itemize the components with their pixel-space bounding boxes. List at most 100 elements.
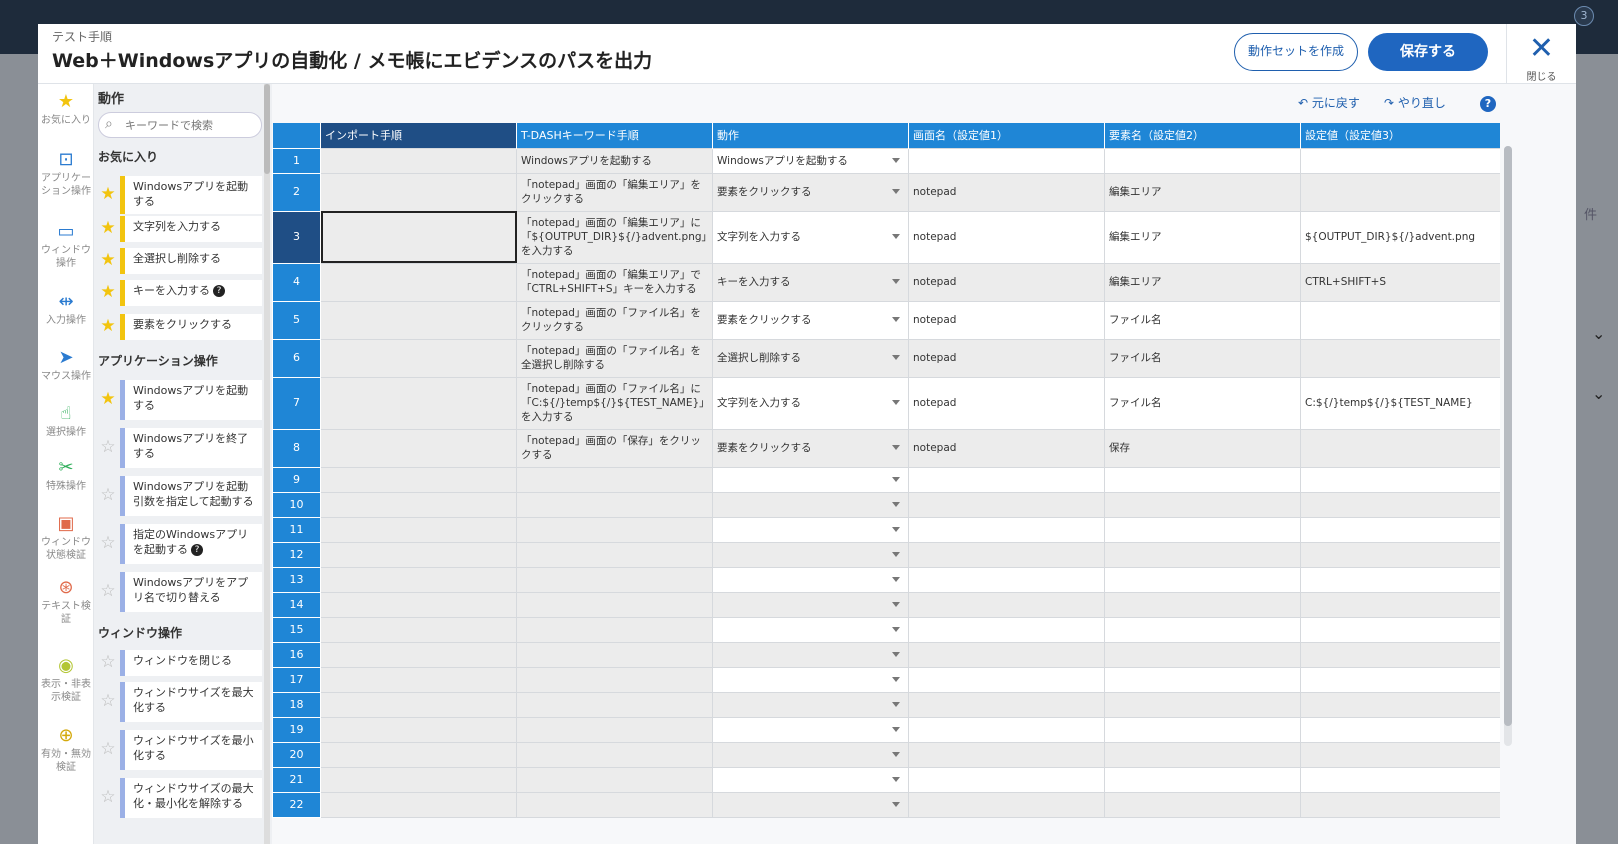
keyword-cell[interactable]: 「notepad」画面の「編集エリア」をクリックする xyxy=(516,172,713,212)
element-cell[interactable] xyxy=(1104,641,1301,668)
action-card[interactable]: Windowsアプリをアプリ名で切り替える xyxy=(120,572,262,612)
element-cell[interactable] xyxy=(1104,691,1301,718)
table-row[interactable]: 17 xyxy=(272,666,1500,693)
table-row[interactable]: 22 xyxy=(272,791,1500,818)
action-select[interactable]: 要素をクリックする xyxy=(712,172,909,212)
action-card[interactable]: 要素をクリックする xyxy=(120,314,262,340)
element-cell[interactable] xyxy=(1104,741,1301,768)
value-cell[interactable] xyxy=(1300,741,1500,768)
action-item[interactable]: ★ 全選択し削除する xyxy=(98,248,262,274)
row-number[interactable]: 21 xyxy=(272,766,321,793)
element-cell[interactable] xyxy=(1104,491,1301,518)
import-cell[interactable] xyxy=(320,591,517,618)
action-item[interactable]: ★ 要素をクリックする xyxy=(98,314,262,340)
screen-cell[interactable] xyxy=(908,716,1105,743)
element-cell[interactable]: 編集エリア xyxy=(1104,262,1301,302)
action-select[interactable]: 要素をクリックする xyxy=(712,428,909,468)
table-row[interactable]: 19 xyxy=(272,716,1500,743)
row-number[interactable]: 3 xyxy=(272,210,321,264)
value-cell[interactable] xyxy=(1300,541,1500,568)
screen-cell[interactable]: notepad xyxy=(908,210,1105,264)
value-cell[interactable] xyxy=(1300,716,1500,743)
action-item[interactable]: ☆ 指定のWindowsアプリを起動する? xyxy=(98,524,262,564)
row-number[interactable]: 19 xyxy=(272,716,321,743)
redo-button[interactable]: ↷ やり直し xyxy=(1384,94,1446,111)
element-cell[interactable]: ファイル名 xyxy=(1104,300,1301,340)
keyword-cell[interactable] xyxy=(516,666,713,693)
action-select[interactable]: キーを入力する xyxy=(712,262,909,302)
keyword-cell[interactable] xyxy=(516,516,713,543)
star-outline-icon[interactable]: ☆ xyxy=(98,739,118,759)
category-5[interactable]: ➤ マウス操作 xyxy=(38,346,93,383)
help-icon[interactable]: ? xyxy=(1480,96,1496,112)
screen-cell[interactable] xyxy=(908,147,1105,174)
keyword-cell[interactable] xyxy=(516,566,713,593)
action-select[interactable]: 文字列を入力する xyxy=(712,376,909,430)
import-cell[interactable] xyxy=(320,616,517,643)
star-filled-icon[interactable]: ★ xyxy=(98,389,118,409)
action-card[interactable]: ウィンドウを閉じる xyxy=(120,650,262,676)
star-filled-icon[interactable]: ★ xyxy=(98,282,118,302)
category-9[interactable]: ⊛ テキスト検証 xyxy=(38,576,93,626)
row-number[interactable]: 18 xyxy=(272,691,321,718)
action-card[interactable]: Windowsアプリを起動する xyxy=(120,176,262,214)
element-cell[interactable] xyxy=(1104,147,1301,174)
import-cell[interactable] xyxy=(320,541,517,568)
element-cell[interactable] xyxy=(1104,716,1301,743)
table-row[interactable]: 20 xyxy=(272,741,1500,768)
star-outline-icon[interactable]: ☆ xyxy=(98,787,118,807)
row-number[interactable]: 8 xyxy=(272,428,321,468)
element-cell[interactable] xyxy=(1104,591,1301,618)
element-cell[interactable] xyxy=(1104,666,1301,693)
action-select[interactable] xyxy=(712,641,909,668)
help-icon[interactable]: ? xyxy=(191,544,203,556)
row-number[interactable]: 10 xyxy=(272,491,321,518)
action-select[interactable]: Windowsアプリを起動する xyxy=(712,147,909,174)
element-cell[interactable] xyxy=(1104,516,1301,543)
column-header-value[interactable]: 設定値（設定値3） xyxy=(1300,123,1500,148)
row-number[interactable]: 15 xyxy=(272,616,321,643)
action-select[interactable] xyxy=(712,766,909,793)
element-cell[interactable] xyxy=(1104,616,1301,643)
close-button[interactable]: ✕ 閉じる xyxy=(1506,24,1576,84)
table-row[interactable]: 16 xyxy=(272,641,1500,668)
import-cell[interactable] xyxy=(320,428,517,468)
row-number[interactable]: 12 xyxy=(272,541,321,568)
row-number[interactable]: 7 xyxy=(272,376,321,430)
import-cell[interactable] xyxy=(320,210,517,264)
action-item[interactable]: ☆ ウィンドウサイズを最小化する xyxy=(98,730,262,770)
import-cell[interactable] xyxy=(320,300,517,340)
keyword-cell[interactable] xyxy=(516,691,713,718)
import-cell[interactable] xyxy=(320,691,517,718)
star-outline-icon[interactable]: ☆ xyxy=(98,691,118,711)
screen-cell[interactable] xyxy=(908,641,1105,668)
action-item[interactable]: ☆ Windowsアプリをアプリ名で切り替える xyxy=(98,572,262,612)
table-row[interactable]: 4 「notepad」画面の「編集エリア」で「CTRL+SHIFT+S」キーを入力… xyxy=(272,262,1500,302)
action-select[interactable] xyxy=(712,466,909,493)
action-card[interactable]: Windowsアプリを起動する xyxy=(120,380,262,420)
import-cell[interactable] xyxy=(320,147,517,174)
category-4[interactable]: ⇹ 入力操作 xyxy=(38,290,93,327)
category-1[interactable]: ★ お気に入り xyxy=(38,90,93,127)
element-cell[interactable]: ファイル名 xyxy=(1104,376,1301,430)
screen-cell[interactable] xyxy=(908,491,1105,518)
action-item[interactable]: ★ Windowsアプリを起動する xyxy=(98,176,262,214)
screen-cell[interactable] xyxy=(908,791,1105,818)
import-cell[interactable] xyxy=(320,516,517,543)
action-card[interactable]: 全選択し削除する xyxy=(120,248,262,274)
screen-cell[interactable]: notepad xyxy=(908,428,1105,468)
value-cell[interactable] xyxy=(1300,466,1500,493)
import-cell[interactable] xyxy=(320,791,517,818)
row-number[interactable]: 11 xyxy=(272,516,321,543)
table-row[interactable]: 5 「notepad」画面の「ファイル名」をクリックする 要素をクリックする note… xyxy=(272,300,1500,340)
table-row[interactable]: 13 xyxy=(272,566,1500,593)
action-select[interactable] xyxy=(712,616,909,643)
action-select[interactable]: 要素をクリックする xyxy=(712,300,909,340)
action-card[interactable]: ウィンドウサイズを最大化する xyxy=(120,682,262,722)
value-cell[interactable] xyxy=(1300,491,1500,518)
keyword-cell[interactable]: 「notepad」画面の「保存」をクリックする xyxy=(516,428,713,468)
table-row[interactable]: 8 「notepad」画面の「保存」をクリックする 要素をクリックする notepad… xyxy=(272,428,1500,468)
screen-cell[interactable] xyxy=(908,541,1105,568)
panel-scrollbar[interactable] xyxy=(264,84,270,844)
row-number[interactable]: 5 xyxy=(272,300,321,340)
